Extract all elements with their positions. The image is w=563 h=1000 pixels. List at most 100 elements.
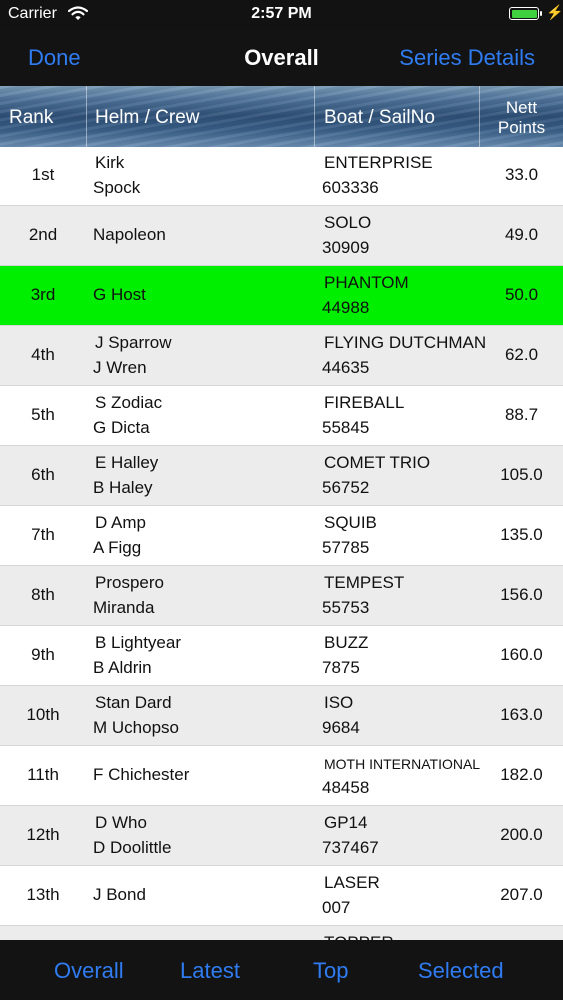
row-crew: Spock [93, 178, 141, 197]
row-boat: SOLO [324, 213, 372, 232]
battery-icon [509, 7, 542, 20]
table-row[interactable]: 1st Kirk Spock ENTERPRISE 603336 33.0 [0, 147, 563, 206]
series-details-button[interactable]: Series Details [399, 45, 535, 71]
table-row[interactable]: 12th D Who D Doolittle GP14 737467 200.0 [0, 806, 563, 866]
row-boat: BUZZ [324, 633, 369, 652]
results-column-header: Rank Helm / Crew Boat / SailNo Nett Poin… [0, 86, 563, 147]
row-sail-number: 9684 [322, 718, 360, 737]
clock: 2:57 PM [251, 5, 312, 22]
table-row[interactable]: 3rd G Host PHANTOM 44988 50.0 [0, 266, 563, 326]
row-boat: COMET TRIO [324, 453, 431, 472]
row-nett-points: 33.0 [504, 165, 539, 184]
column-header-points: Points [497, 118, 546, 137]
row-helm: G Host [93, 285, 146, 304]
column-header-rank[interactable]: Rank [0, 86, 86, 147]
row-sail-number: 007 [322, 898, 351, 917]
tab-bar: Overall Latest Top Selected [0, 940, 563, 1000]
row-boat: ISO [324, 693, 354, 712]
tab-overall[interactable]: Overall [54, 958, 124, 984]
row-nett-points: 207.0 [500, 885, 543, 904]
row-sail-number: 44635 [322, 358, 370, 377]
row-helm: Kirk [95, 153, 125, 172]
row-sail-number: 603336 [322, 178, 379, 197]
row-rank: 4th [31, 345, 55, 364]
tab-selected[interactable]: Selected [418, 958, 504, 984]
row-nett-points: 105.0 [500, 465, 543, 484]
row-helm: S Zodiac [95, 393, 163, 412]
results-table[interactable]: 1st Kirk Spock ENTERPRISE 603336 33.0 2nd Napol… [0, 147, 563, 940]
row-crew: B Aldrin [93, 658, 152, 677]
row-nett-points: 156.0 [500, 585, 543, 604]
column-header-boat-sailno[interactable]: Boat / SailNo [315, 86, 479, 147]
row-crew: M Uchopso [93, 718, 179, 737]
row-boat: FIREBALL [324, 393, 405, 412]
row-rank: 9th [31, 645, 55, 664]
table-row[interactable]: 2nd Napoleon SOLO 30909 49.0 [0, 206, 563, 266]
row-boat: FLYING DUTCHMAN [324, 333, 487, 352]
table-row[interactable]: 13th J Bond LASER 007 207.0 [0, 866, 563, 926]
row-sail-number: 55753 [322, 598, 370, 617]
navigation-bar: Done Overall Series Details [0, 30, 563, 86]
row-boat: GP14 [324, 813, 368, 832]
row-rank: 1st [31, 165, 55, 184]
row-nett-points: 49.0 [504, 225, 539, 244]
row-rank: 6th [31, 465, 55, 484]
row-crew: B Haley [93, 478, 153, 497]
row-sail-number: 737467 [322, 838, 379, 857]
row-sail-number: 48458 [322, 778, 370, 797]
row-boat: TOPPER [324, 933, 394, 940]
row-nett-points: 135.0 [500, 525, 543, 544]
table-row[interactable]: 8th Prospero Miranda TEMPEST 55753 156.0 [0, 566, 563, 626]
row-crew: A Figg [93, 538, 142, 557]
row-nett-points: 50.0 [504, 285, 539, 304]
row-nett-points: 163.0 [500, 705, 543, 724]
row-sail-number: 30909 [322, 238, 370, 257]
row-crew: G Dicta [93, 418, 150, 437]
row-helm: Napoleon [93, 225, 166, 244]
status-bar: Carrier 2:57 PM ⚡ [0, 0, 563, 30]
column-header-helm-crew[interactable]: Helm / Crew [87, 86, 314, 147]
row-rank: 10th [26, 705, 60, 724]
row-boat: SQUIB [324, 513, 377, 532]
column-header-nett-points[interactable]: Nett Points [480, 86, 563, 147]
row-helm: Prospero [95, 573, 164, 592]
row-rank: 7th [31, 525, 55, 544]
table-row[interactable]: 11th F Chichester MOTH INTERNATIONAL 48458 1… [0, 746, 563, 806]
row-sail-number: 44988 [322, 298, 370, 317]
tab-latest[interactable]: Latest [180, 958, 240, 984]
row-rank: 8th [31, 585, 55, 604]
table-row[interactable]: 4th J Sparrow J Wren FLYING DUTCHMAN 44635 62… [0, 326, 563, 386]
row-helm: D Who [95, 813, 147, 832]
row-nett-points: 160.0 [500, 645, 543, 664]
row-helm: J Sparrow [95, 333, 172, 352]
row-helm: E Halley [95, 453, 159, 472]
row-rank: 11th [27, 765, 59, 784]
row-boat: LASER [324, 873, 380, 892]
table-row[interactable]: 6th E Halley B Haley COMET TRIO 56752 105.0 [0, 446, 563, 506]
table-row[interactable]: 9th B Lightyear B Aldrin BUZZ 7875 160.0 [0, 626, 563, 686]
row-rank: 12th [26, 825, 60, 844]
table-row[interactable]: 5th S Zodiac G Dicta FIREBALL 55845 88.7 [0, 386, 563, 446]
row-nett-points: 182.0 [500, 765, 543, 784]
row-crew: Miranda [93, 598, 155, 617]
row-helm: F Chichester [93, 765, 190, 784]
row-sail-number: 55845 [322, 418, 370, 437]
table-row[interactable]: 10th Stan Dard M Uchopso ISO 9684 163.0 [0, 686, 563, 746]
row-sail-number: 7875 [322, 658, 360, 677]
row-rank: 3rd [30, 285, 56, 304]
row-rank: 13th [26, 885, 60, 904]
table-row[interactable]: TOPPER [0, 926, 563, 940]
row-helm: Stan Dard [95, 693, 172, 712]
row-sail-number: 57785 [322, 538, 370, 557]
row-nett-points: 200.0 [500, 825, 543, 844]
row-boat: PHANTOM [324, 273, 409, 292]
row-nett-points: 88.7 [504, 405, 539, 424]
row-rank: 2nd [28, 225, 58, 244]
tab-top[interactable]: Top [313, 958, 348, 984]
row-rank: 5th [31, 405, 55, 424]
table-row[interactable]: 7th D Amp A Figg SQUIB 57785 135.0 [0, 506, 563, 566]
row-nett-points: 62.0 [504, 345, 539, 364]
row-crew: J Wren [93, 358, 147, 377]
row-boat: MOTH INTERNATIONAL [324, 756, 481, 772]
charging-bolt-icon: ⚡ [546, 4, 563, 20]
